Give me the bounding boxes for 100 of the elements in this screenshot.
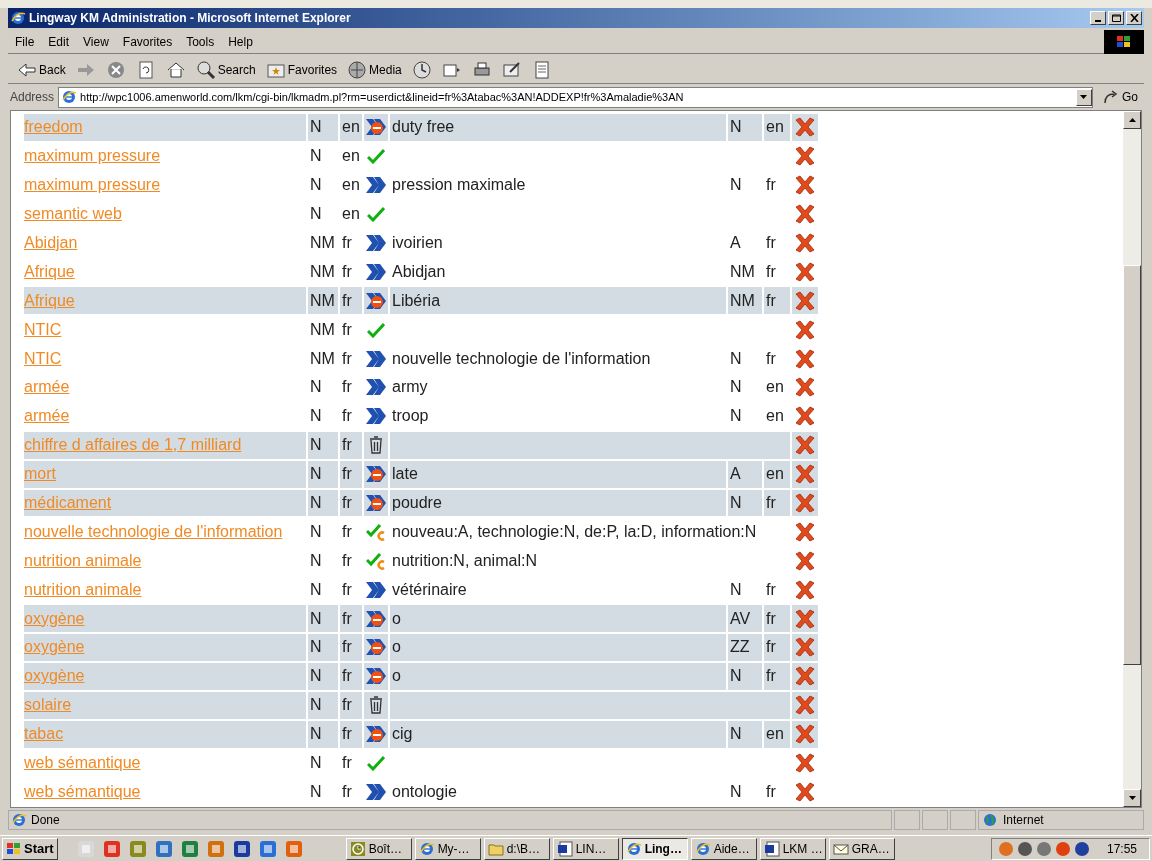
check-icon <box>367 321 385 338</box>
menu-item[interactable]: Help <box>221 32 260 51</box>
taskbar-button[interactable]: Aide… <box>690 837 757 860</box>
pos-text: ZZ <box>730 637 750 658</box>
close-button[interactable] <box>1126 11 1142 25</box>
app-launcher-icon[interactable] <box>180 839 199 858</box>
target-text: nutrition:N, animal:N <box>392 550 537 571</box>
term-link[interactable]: maximum pressure <box>24 144 161 169</box>
app-launcher-icon[interactable] <box>258 839 277 858</box>
page-icon <box>61 89 78 105</box>
term-link[interactable]: web sémantique <box>24 751 141 776</box>
maximize-button[interactable] <box>1108 11 1124 25</box>
app-launcher-icon[interactable] <box>102 839 121 858</box>
address-label: Address <box>9 89 55 106</box>
start-button[interactable]: Start <box>2 837 58 860</box>
term-link[interactable]: nutrition animale <box>24 548 142 573</box>
term-link[interactable]: armée <box>24 375 70 400</box>
taskbar-button[interactable]: GRA… <box>828 837 895 860</box>
term-link[interactable]: chiffre d affaires de 1,7 milliard <box>24 433 242 458</box>
tray-icon[interactable] <box>1073 840 1090 857</box>
delete-icon[interactable] <box>794 146 816 167</box>
pos-text: N <box>310 175 322 196</box>
up-arrow-icon[interactable] <box>1128 118 1136 122</box>
minimize-button[interactable] <box>1090 11 1106 25</box>
term-link[interactable]: oxygène <box>24 606 85 631</box>
tray-icon[interactable] <box>1035 840 1052 857</box>
term-link[interactable]: solaire <box>24 693 72 718</box>
pos-text: A <box>730 233 741 253</box>
target-text: o <box>392 666 401 687</box>
delete-icon[interactable] <box>794 261 816 282</box>
term-link[interactable]: NTIC <box>24 346 62 371</box>
delete-icon[interactable] <box>794 406 816 427</box>
target-text: vétérinaire <box>392 579 467 600</box>
go-button[interactable]: Go <box>1097 86 1144 108</box>
taskbar-button[interactable]: LIN… <box>552 837 619 860</box>
pos-text: N <box>310 724 322 745</box>
term-link[interactable]: freedom <box>24 115 83 140</box>
media-button[interactable]: Media <box>344 57 405 82</box>
term-link[interactable]: Afrique <box>24 259 75 284</box>
delete-icon[interactable] <box>794 521 816 542</box>
menu-item[interactable]: Edit <box>41 32 77 51</box>
app-launcher-icon[interactable] <box>154 839 173 858</box>
taskbar-button[interactable]: Boît… <box>345 837 412 860</box>
term-link[interactable]: web sémantique <box>24 779 141 804</box>
delete-icon[interactable] <box>794 753 816 774</box>
language-text: fr <box>766 493 776 513</box>
taskbar-button[interactable]: d:\B… <box>483 837 550 860</box>
language-text: fr <box>342 695 352 716</box>
menu-item[interactable]: Favorites <box>115 32 180 51</box>
favorites-button[interactable]: Favorites <box>262 57 341 82</box>
delete-icon[interactable] <box>794 175 816 196</box>
delete-icon[interactable] <box>794 319 816 340</box>
down-arrow-icon[interactable] <box>1128 796 1136 800</box>
term-link[interactable]: nutrition animale <box>24 577 142 602</box>
delete-icon[interactable] <box>794 204 816 225</box>
menu-item[interactable]: Tools <box>179 32 222 51</box>
status-pane <box>894 810 920 830</box>
taskbar-button[interactable]: My-… <box>414 837 481 860</box>
term-link[interactable]: médicament <box>24 491 112 515</box>
term-link[interactable]: nouvelle technologie de l'information <box>24 519 283 544</box>
term-link[interactable]: tabac <box>24 722 64 747</box>
taskbar-button[interactable]: LKM … <box>759 837 826 860</box>
term-link[interactable]: armée <box>24 404 70 429</box>
term-link[interactable]: Abidjan <box>24 231 78 255</box>
language-text: en <box>766 406 784 427</box>
menu-item[interactable]: View <box>76 32 116 51</box>
term-link[interactable]: oxygène <box>24 635 85 660</box>
language-text: fr <box>342 666 352 687</box>
taskbar-button[interactable]: Ling… <box>621 837 688 860</box>
address-field[interactable]: http://wpc1006.amenworld.com/lkm/cgi-bin/lkmadm.pl?rm=userdict&lineid=fr%3Atabac%3AN!ADDEXP!fr%3Amaladie%3AN <box>58 86 1093 108</box>
dropdown-button[interactable] <box>1076 88 1092 106</box>
menu-item[interactable]: File <box>8 32 42 51</box>
term-link[interactable]: semantic web <box>24 202 122 227</box>
term-link[interactable]: maximum pressure <box>24 173 161 198</box>
delete-icon[interactable] <box>794 348 816 369</box>
term-link[interactable]: oxygène <box>24 664 85 689</box>
scrollbar[interactable] <box>1123 111 1141 807</box>
language-text: en <box>342 146 360 167</box>
app-launcher-icon[interactable] <box>232 839 251 858</box>
term-link[interactable]: NTIC <box>24 317 62 342</box>
target-text: nouveau:A, technologie:N, de:P, la:D, information:N <box>392 521 757 542</box>
language-text: en <box>342 117 360 138</box>
clock-icon <box>411 59 432 80</box>
back-button[interactable]: Back <box>14 57 69 82</box>
delete-icon[interactable] <box>794 550 816 571</box>
windows-logo-icon <box>6 841 22 856</box>
pos-text: NM <box>730 290 755 311</box>
tray-icon[interactable] <box>1054 840 1071 857</box>
search-button[interactable]: Search <box>192 57 259 82</box>
delete-icon[interactable] <box>794 233 816 253</box>
term-link[interactable]: mort <box>24 462 56 487</box>
pos-text: NM <box>310 261 335 282</box>
delete-icon[interactable] <box>794 781 816 802</box>
tray-icon[interactable] <box>1016 840 1033 857</box>
delete-icon[interactable] <box>794 579 816 600</box>
target-text: o <box>392 608 401 629</box>
term-link[interactable]: Afrique <box>24 288 75 313</box>
scroll-thumb[interactable] <box>1123 265 1141 665</box>
delete-icon[interactable] <box>794 377 816 398</box>
target-text: Libéria <box>392 290 441 311</box>
